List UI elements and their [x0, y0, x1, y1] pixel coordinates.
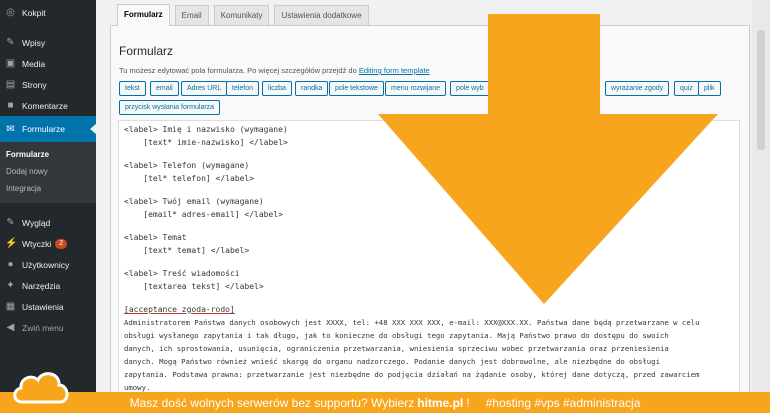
page-icon: ▤	[5, 79, 16, 90]
code-line: <label> Imię i nazwisko (wymagane)	[124, 125, 288, 134]
menu-label: Narzędzia	[22, 280, 61, 291]
comment-icon: ■	[7, 100, 14, 111]
menu-label: Formularze	[22, 124, 65, 134]
banner-text: Masz dość wolnych serwerów bez supportu?…	[129, 395, 415, 410]
tag-adres-url[interactable]: Adres URL	[181, 81, 228, 96]
tab-bar: Formularz Email Komunikaty Ustawienia do…	[117, 4, 374, 26]
menu-wtyczki[interactable]: ⚡ Wtyczki 2	[0, 233, 96, 254]
arrow-down-icon	[378, 14, 718, 304]
menu-narzedzia[interactable]: ✦ Narzędzia	[0, 275, 96, 296]
code-line: Administratorem Państwa danych osobowych…	[124, 318, 700, 327]
menu-label: Ustawienia	[22, 301, 64, 312]
menu-wpisy[interactable]: ✎ Wpisy	[0, 32, 96, 53]
code-line: [email* adres-email] </label>	[124, 210, 283, 219]
wrench-icon: ✦	[6, 280, 15, 291]
brush-icon: ✎	[6, 217, 15, 228]
code-line: <label> Twój email (wymagane)	[124, 197, 264, 206]
menu-label: Zwiń menu	[22, 322, 64, 333]
menu-zwin[interactable]: ◀ Zwiń menu	[0, 317, 96, 338]
code-line: umowy.	[124, 383, 151, 392]
code-line: [textarea tekst] </label>	[124, 282, 264, 291]
tag-tekst[interactable]: tekst	[119, 81, 146, 96]
code-line: danych, ich sprostowania, usunięcia, ogr…	[124, 344, 669, 353]
submenu-formularze[interactable]: Formularze	[0, 146, 96, 163]
code-line: obsługi wysłanego zapytania i tak długo,…	[124, 331, 669, 340]
code-line: <label> Telefon (wymagane)	[124, 161, 250, 170]
collapse-icon: ◀	[6, 322, 15, 333]
menu-label: Strony	[22, 79, 47, 90]
settings-icon: ▦	[5, 301, 16, 312]
tag-pole-tekstowe[interactable]: pole tekstowe	[329, 81, 384, 96]
scrollbar-thumb[interactable]	[757, 30, 765, 150]
dashboard-icon: ◎	[6, 7, 15, 18]
users-icon: ●	[7, 259, 14, 270]
menu-strony[interactable]: ▤ Strony	[0, 74, 96, 95]
tag-przycisk-wyslania[interactable]: przycisk wysłania formularza	[119, 100, 221, 115]
admin-sidebar: ◎ Kokpit ✎ Wpisy ▣ Media ▤ Strony ■ Komentarz…	[0, 0, 96, 413]
banner-exclaim: !	[466, 395, 470, 410]
media-icon: ▣	[5, 58, 16, 69]
menu-formularze[interactable]: ✉ Formularze	[0, 116, 96, 142]
menu-label: Wygląd	[22, 217, 51, 228]
form-title: Formularz	[119, 44, 174, 58]
banner-tags: #hosting #vps #administracja	[485, 395, 641, 410]
formularze-submenu: Formularze Dodaj nowy Integracja	[0, 142, 96, 203]
mail-icon: ✉	[6, 123, 15, 135]
menu-label: Kokpit	[22, 7, 46, 18]
menu-media[interactable]: ▣ Media	[0, 53, 96, 74]
banner-brand: hitme.pl	[417, 395, 464, 410]
submenu-integracja[interactable]: Integracja	[0, 180, 96, 197]
cloud-logo-icon	[13, 372, 69, 404]
code-line: [acceptance zgoda-rodo]	[124, 305, 235, 314]
promo-banner[interactable]: Masz dość wolnych serwerów bez supportu?…	[0, 392, 770, 413]
tag-randka[interactable]: randka	[295, 81, 329, 96]
update-count-badge: 2	[55, 238, 68, 249]
submenu-dodaj-nowy[interactable]: Dodaj nowy	[0, 163, 96, 180]
tag-email[interactable]: email	[150, 81, 179, 96]
menu-ustawienia[interactable]: ▦ Ustawienia	[0, 296, 96, 317]
description-text: Tu możesz edytować pola formularza. Po w…	[119, 66, 357, 75]
pin-icon: ✎	[6, 37, 15, 48]
tab-komunikaty[interactable]: Komunikaty	[213, 5, 270, 25]
menu-kokpit[interactable]: ◎ Kokpit	[0, 2, 96, 23]
menu-label: Wpisy	[22, 37, 46, 48]
tag-liczba[interactable]: liczba	[262, 81, 292, 96]
code-line: <label> Treść wiadomości	[124, 269, 240, 278]
code-line: [tel* telefon] </label>	[124, 174, 255, 183]
tab-ustawienia-dodatkowe[interactable]: Ustawienia dodatkowe	[274, 5, 369, 25]
plugin-icon: ⚡	[5, 238, 18, 249]
tab-email[interactable]: Email	[174, 5, 209, 25]
menu-label: Wtyczki	[22, 238, 52, 249]
menu-komentarze[interactable]: ■ Komentarze	[0, 95, 96, 116]
menu-label: Media	[22, 58, 46, 69]
tab-formularz[interactable]: Formularz	[117, 4, 170, 26]
code-line: [text* temat] </label>	[124, 246, 250, 255]
code-line: danych. Mogą Państwo również wnieść skar…	[124, 357, 660, 366]
menu-wyglad[interactable]: ✎ Wygląd	[0, 212, 96, 233]
menu-label: Komentarze	[22, 100, 68, 111]
menu-uzytkownicy[interactable]: ● Użytkownicy	[0, 254, 96, 275]
code-line: <label> Temat	[124, 233, 187, 242]
tag-telefon[interactable]: telefon	[226, 81, 260, 96]
code-line: [text* imie-nazwisko] </label>	[124, 138, 288, 147]
menu-label: Użytkownicy	[22, 259, 70, 270]
code-line: zapytania. Podstawa prawna: przetwarzani…	[124, 370, 700, 379]
